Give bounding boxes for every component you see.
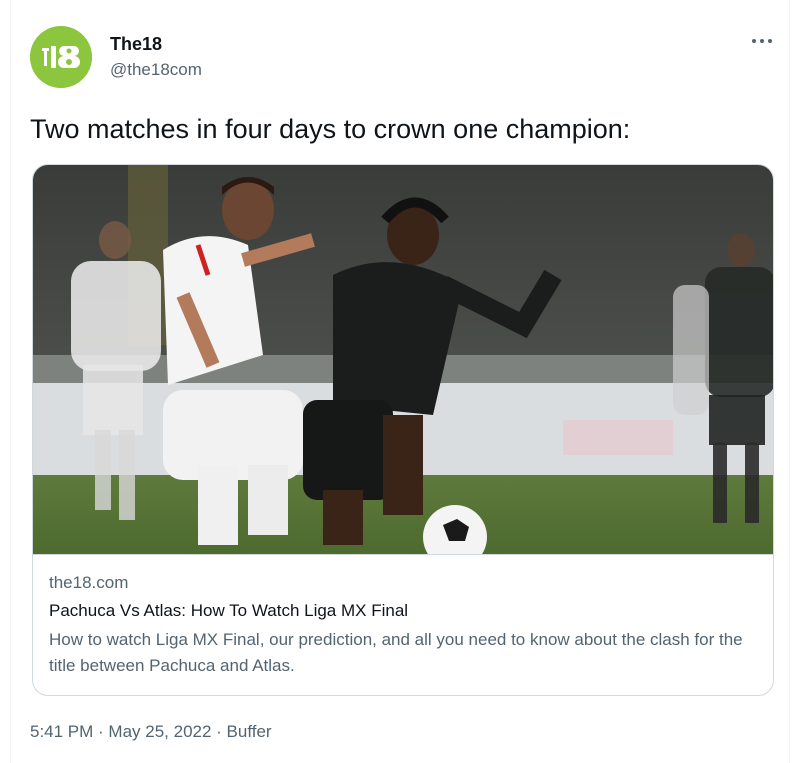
- link-card-domain: the18.com: [49, 573, 129, 592]
- tweet-time[interactable]: 5:41 PM: [30, 722, 93, 741]
- meta-separator-2: ·: [211, 722, 227, 741]
- tweet-source[interactable]: Buffer: [227, 722, 272, 741]
- link-card-title: Pachuca Vs Atlas: How To Watch Liga MX F…: [49, 601, 409, 620]
- more-options-icon[interactable]: [748, 30, 776, 52]
- the18-logo-icon: [30, 26, 92, 88]
- soccer-match-photo: [33, 165, 773, 554]
- link-card-body[interactable]: the18.com Pachuca Vs Atlas: How To Watch…: [33, 554, 773, 695]
- link-card-image[interactable]: [33, 165, 773, 554]
- meta-separator: ·: [93, 722, 109, 741]
- link-card[interactable]: the18.com Pachuca Vs Atlas: How To Watch…: [32, 164, 774, 696]
- author-handle[interactable]: @the18com: [110, 60, 202, 80]
- avatar[interactable]: [30, 26, 92, 88]
- author-name[interactable]: The18: [110, 34, 162, 55]
- tweet-text: Two matches in four days to crown one ch…: [30, 114, 631, 144]
- link-card-description: How to watch Liga MX Final, our predicti…: [49, 630, 743, 675]
- tweet-meta: 5:41 PM · May 25, 2022 · Buffer: [30, 722, 272, 742]
- tweet-date[interactable]: May 25, 2022: [108, 722, 211, 741]
